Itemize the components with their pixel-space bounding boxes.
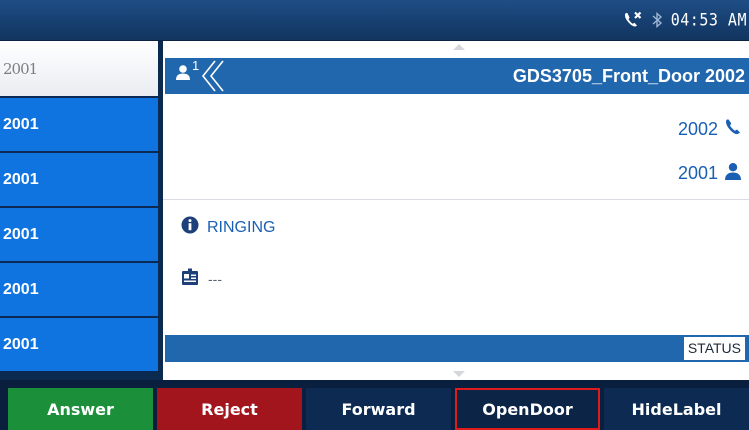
line-item[interactable]: 2001 — [0, 318, 158, 373]
status-strip: STATUS — [165, 335, 749, 362]
contact-info: --- — [208, 270, 222, 287]
local-number: 2001 — [677, 162, 718, 183]
line-label: 2001 — [3, 335, 39, 353]
line-list: 2001 2001 2001 2001 2001 2001 — [0, 41, 158, 373]
bluetooth-icon — [651, 11, 663, 29]
line-item[interactable]: 2001 — [0, 98, 158, 153]
id-card-icon — [181, 268, 199, 289]
softkey-bar: Answer Reject Forward OpenDoor HideLabel — [0, 380, 749, 430]
contact-info-row: --- — [181, 268, 222, 289]
divider — [163, 199, 749, 200]
answer-button[interactable]: Answer — [8, 388, 153, 430]
open-door-button[interactable]: OpenDoor — [455, 388, 600, 430]
back-chevron-icon[interactable] — [197, 58, 231, 98]
clock: 04:53 AM — [670, 10, 747, 30]
line-item[interactable]: 2001 — [0, 263, 158, 318]
scroll-down-icon[interactable] — [453, 371, 465, 377]
line-item[interactable]: 2001 — [0, 208, 158, 263]
status-label: STATUS — [683, 337, 745, 360]
line-label: 2001 — [3, 225, 39, 243]
status-bar: 04:53 AM — [0, 0, 749, 41]
call-state: RINGING — [207, 218, 276, 236]
remote-number: 2002 — [677, 118, 718, 139]
user-icon — [175, 64, 191, 84]
hide-label-button[interactable]: HideLabel — [604, 388, 749, 430]
call-title: GDS3705_Front_Door 2002 — [512, 66, 745, 86]
local-number-row: 2001 — [678, 158, 742, 188]
status-icons: 04:53 AM — [623, 0, 747, 40]
line-label: 2001 — [3, 115, 39, 133]
scroll-up-icon[interactable] — [453, 44, 465, 50]
call-panel: 1 GDS3705_Front_Door 2002 2002 2001 RING… — [163, 41, 749, 380]
line-label: 2001 — [3, 280, 39, 298]
reject-button[interactable]: Reject — [157, 388, 302, 430]
call-title-bar: 1 GDS3705_Front_Door 2002 — [165, 58, 749, 94]
call-state-row: RINGING — [181, 216, 275, 239]
forward-button[interactable]: Forward — [306, 388, 451, 430]
missed-call-icon — [623, 11, 643, 29]
line-label: 2001 — [3, 170, 39, 188]
phone-icon — [724, 118, 742, 141]
info-icon — [181, 216, 199, 239]
line-item-selected[interactable]: 2001 — [0, 41, 158, 98]
line-label: 2001 — [3, 59, 38, 78]
remote-number-row: 2002 — [678, 114, 742, 144]
line-item[interactable]: 2001 — [0, 153, 158, 208]
user-icon — [724, 162, 742, 185]
